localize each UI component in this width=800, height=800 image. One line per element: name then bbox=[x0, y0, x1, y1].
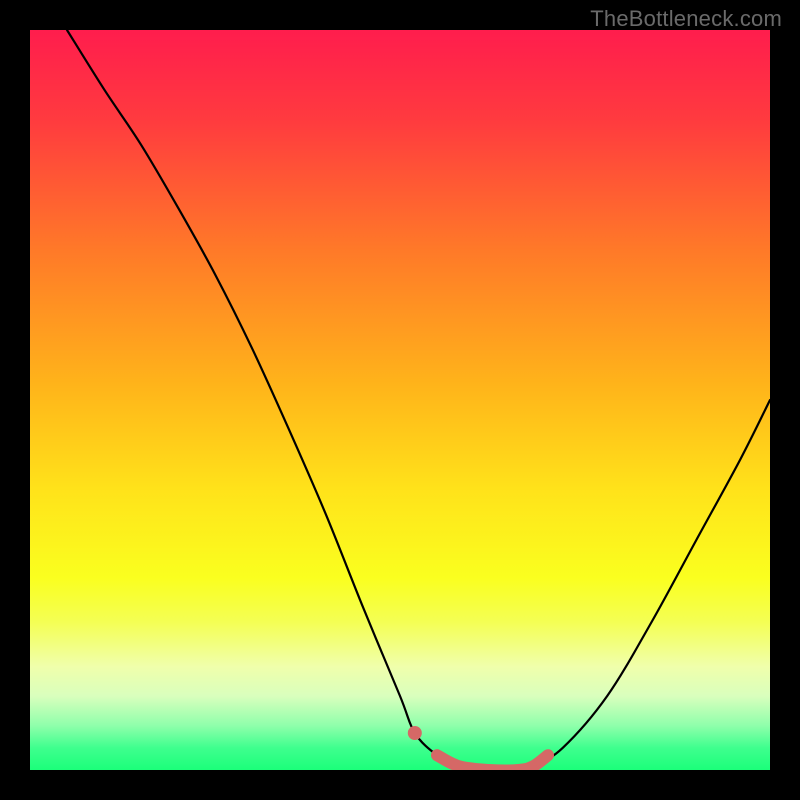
plot-area bbox=[30, 30, 770, 770]
gradient-background bbox=[30, 30, 770, 770]
bottleneck-chart bbox=[30, 30, 770, 770]
highlight-start-dot bbox=[408, 726, 422, 740]
watermark-text: TheBottleneck.com bbox=[590, 6, 782, 32]
chart-container: TheBottleneck.com bbox=[0, 0, 800, 800]
